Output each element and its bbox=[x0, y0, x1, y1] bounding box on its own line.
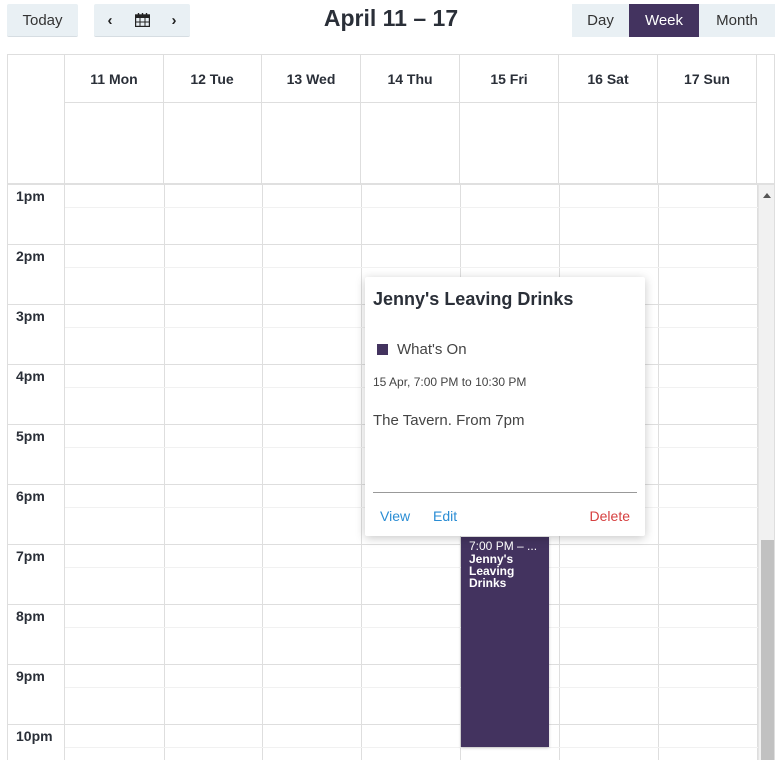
date-picker-button[interactable] bbox=[126, 4, 158, 37]
day-header[interactable]: 17 Sun bbox=[658, 55, 757, 103]
chevron-right-icon: › bbox=[171, 11, 177, 29]
half-hour-divider bbox=[65, 567, 758, 568]
half-hour-divider bbox=[65, 267, 758, 268]
half-hour-divider bbox=[65, 687, 758, 688]
hour-label: 1pm bbox=[16, 188, 45, 204]
date-nav-group: ‹ › bbox=[94, 4, 190, 37]
hour-label: 2pm bbox=[16, 248, 45, 264]
all-day-cell[interactable] bbox=[163, 103, 262, 185]
view-day-button[interactable]: Day bbox=[572, 4, 629, 37]
view-month-button[interactable]: Month bbox=[699, 4, 775, 37]
event-title: Jenny's Leaving Drinks bbox=[469, 552, 515, 590]
event-popover: Jenny's Leaving Drinks What's On 15 Apr,… bbox=[365, 277, 645, 536]
hour-label: 10pm bbox=[16, 728, 53, 744]
all-day-cell[interactable] bbox=[559, 103, 658, 185]
all-day-cell[interactable] bbox=[262, 103, 361, 185]
hour-label: 6pm bbox=[16, 488, 45, 504]
delete-event-link[interactable]: Delete bbox=[590, 508, 630, 524]
column-divider bbox=[361, 185, 362, 760]
all-day-cell[interactable] bbox=[460, 103, 559, 185]
calendar-name: What's On bbox=[397, 341, 467, 358]
hour-divider bbox=[8, 544, 758, 545]
hour-label: 5pm bbox=[16, 428, 45, 444]
previous-week-button[interactable]: ‹ bbox=[94, 4, 126, 37]
popover-divider bbox=[373, 492, 637, 493]
popover-description: The Tavern. From 7pm bbox=[373, 412, 525, 429]
time-gutter-header bbox=[8, 55, 65, 185]
hour-label: 8pm bbox=[16, 608, 45, 624]
popover-title: Jenny's Leaving Drinks bbox=[373, 289, 574, 309]
next-week-button[interactable]: › bbox=[158, 4, 190, 37]
today-button[interactable]: Today bbox=[7, 4, 78, 37]
all-day-cell[interactable] bbox=[361, 103, 460, 185]
edit-event-link[interactable]: Edit bbox=[433, 508, 457, 524]
half-hour-divider bbox=[65, 747, 758, 748]
hour-divider bbox=[8, 244, 758, 245]
day-header[interactable]: 11 Mon bbox=[65, 55, 164, 103]
half-hour-divider bbox=[65, 207, 758, 208]
popover-calendar: What's On bbox=[377, 341, 467, 358]
column-divider bbox=[262, 185, 263, 760]
day-header[interactable]: 12 Tue bbox=[163, 55, 262, 103]
view-event-link[interactable]: View bbox=[380, 508, 410, 524]
hour-divider bbox=[8, 664, 758, 665]
hour-label: 3pm bbox=[16, 308, 45, 324]
calendar-icon bbox=[134, 13, 150, 27]
vertical-scrollbar[interactable] bbox=[758, 185, 774, 760]
column-divider bbox=[164, 185, 165, 760]
column-divider bbox=[658, 185, 659, 760]
scroll-up-arrow-icon[interactable] bbox=[763, 193, 771, 198]
calendar-toolbar: Today ‹ › April 11 – 17 Day Week Month bbox=[0, 0, 782, 44]
view-switcher: Day Week Month bbox=[572, 4, 775, 37]
calendar-color-swatch-icon bbox=[377, 344, 388, 355]
hour-label: 9pm bbox=[16, 668, 45, 684]
half-hour-divider bbox=[65, 627, 758, 628]
calendar-event[interactable]: 7:00 PM – ... Jenny's Leaving Drinks bbox=[461, 537, 549, 747]
chevron-left-icon: ‹ bbox=[107, 11, 113, 29]
all-day-cell[interactable] bbox=[658, 103, 757, 185]
day-header[interactable]: 15 Fri bbox=[460, 55, 559, 103]
day-header[interactable]: 13 Wed bbox=[262, 55, 361, 103]
view-week-button[interactable]: Week bbox=[629, 4, 699, 37]
popover-datetime: 15 Apr, 7:00 PM to 10:30 PM bbox=[373, 375, 527, 389]
hour-label: 7pm bbox=[16, 548, 45, 564]
calendar-header: 11 Mon 12 Tue 13 Wed 14 Thu 15 Fri 16 Sat 17 S… bbox=[8, 55, 774, 185]
scrollbar-thumb[interactable] bbox=[761, 540, 774, 760]
hour-divider bbox=[8, 604, 758, 605]
all-day-cell[interactable] bbox=[65, 103, 164, 185]
hour-label: 4pm bbox=[16, 368, 45, 384]
hour-divider bbox=[8, 724, 758, 725]
day-header[interactable]: 16 Sat bbox=[559, 55, 658, 103]
day-header[interactable]: 14 Thu bbox=[361, 55, 460, 103]
